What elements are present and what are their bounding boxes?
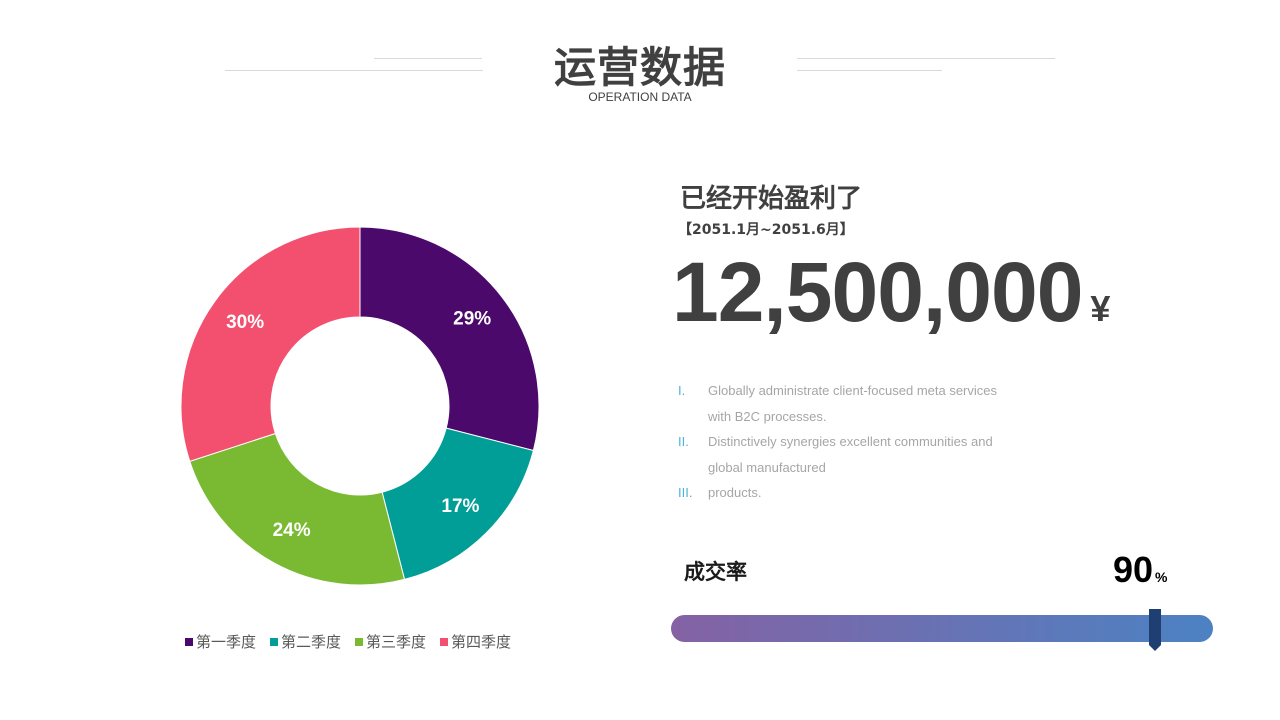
conversion-rate-display: 90%: [1113, 549, 1168, 591]
period-range: 【2051.1月~2051.6月】: [678, 222, 854, 238]
legend-item: 第二季度: [270, 631, 341, 652]
legend-label: 第三季度: [366, 633, 427, 651]
legend-swatch: [440, 637, 449, 646]
bullet-number: III.: [678, 485, 693, 500]
bullet-number: I.: [678, 383, 686, 398]
bullet-text: global manufactured: [708, 459, 826, 475]
amount-display: 12,500,000 ¥: [672, 244, 1110, 341]
legend-item: 第三季度: [355, 631, 426, 652]
bullet-text: Distinctively synergies excellent commun…: [708, 434, 993, 449]
bullet-line: with B2C processes.: [678, 404, 1038, 430]
donut-slice: [359, 226, 540, 452]
bullet-text: with B2C processes.: [708, 408, 827, 424]
page-title: 运营数据: [553, 43, 726, 92]
bullet-number: [678, 455, 708, 481]
bullet-list: I. Globally administrate client-focused m…: [678, 378, 1038, 506]
slice-label: 30%: [226, 312, 264, 333]
conversion-rate-label: 成交率: [684, 560, 747, 584]
slice-label: 29%: [453, 308, 491, 329]
legend-label: 第一季度: [196, 633, 257, 651]
bullet-number: [678, 404, 708, 430]
legend-label: 第二季度: [281, 633, 342, 651]
conversion-rate-bar: [671, 609, 1213, 651]
bullet-text: products.: [708, 485, 762, 500]
page-subtitle: OPERATION DATA: [588, 90, 692, 104]
donut-chart: 29% 17% 24% 30%: [180, 226, 540, 586]
bullet-line: III. products.: [678, 480, 1038, 506]
chart-legend: 第一季度 第二季度 第三季度 第四季度: [185, 631, 511, 652]
profit-headline: 已经开始盈利了: [680, 184, 863, 214]
slice-label: 17%: [441, 496, 479, 517]
amount-value: 12,500,000: [672, 245, 1083, 339]
legend-swatch: [270, 637, 279, 646]
bullet-line: I. Globally administrate client-focused m…: [678, 378, 1038, 404]
legend-label: 第四季度: [451, 633, 512, 651]
bullet-text: Globally administrate client-focused met…: [708, 383, 998, 398]
conversion-rate-unit: %: [1155, 569, 1168, 585]
legend-swatch: [185, 637, 193, 646]
slice-label: 24%: [273, 520, 311, 541]
conversion-rate-marker: [1148, 609, 1161, 651]
bullet-line: global manufactured: [678, 455, 1038, 481]
legend-swatch: [355, 637, 364, 646]
conversion-rate-value: 90: [1113, 549, 1154, 590]
currency-symbol: ¥: [1090, 288, 1111, 329]
donut-slice: [180, 226, 361, 462]
bullet-line: II. Distinctively synergies excellent com…: [678, 429, 1038, 455]
donut-slice: [189, 432, 406, 586]
bullet-number: II.: [678, 434, 689, 449]
legend-item: 第一季度: [185, 631, 256, 652]
legend-item: 第四季度: [440, 631, 511, 652]
